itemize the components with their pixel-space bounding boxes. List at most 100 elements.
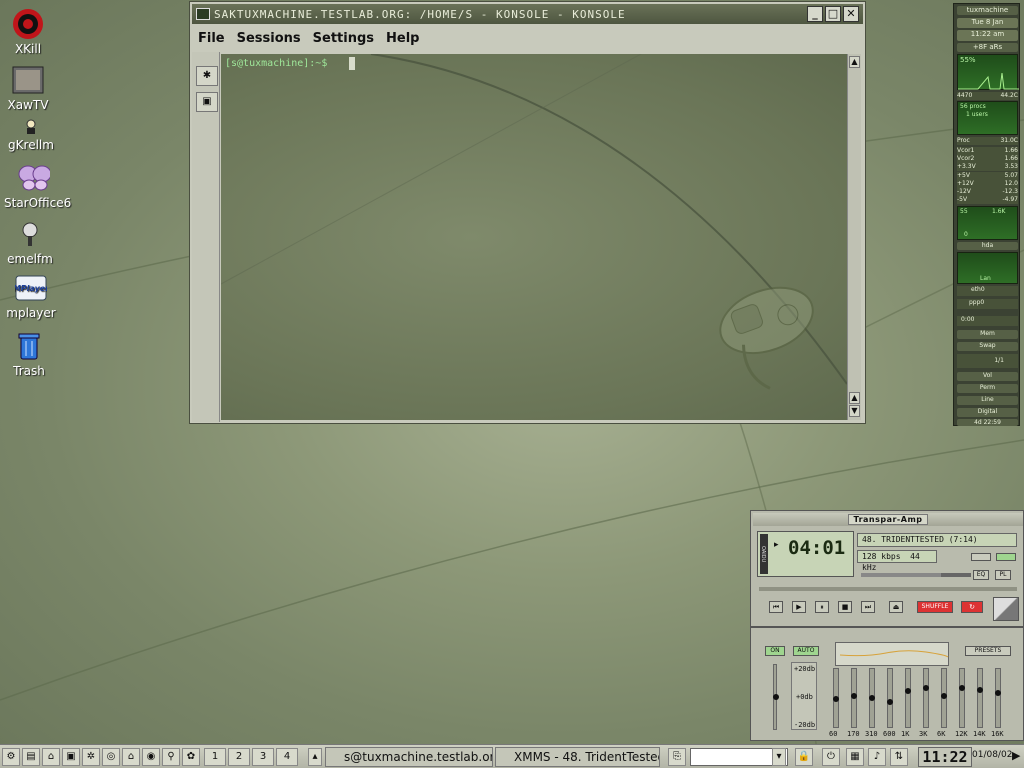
digital-slider[interactable]: Digital bbox=[957, 408, 1018, 417]
new-session-icon[interactable]: ✱ bbox=[196, 66, 218, 86]
eq-band-slider[interactable] bbox=[869, 668, 875, 728]
help-lifebuoy-icon[interactable]: ◎ bbox=[102, 748, 120, 766]
desktop-1-button[interactable]: 1 bbox=[204, 748, 226, 766]
eq-band-knob[interactable] bbox=[833, 696, 839, 702]
scroll-down-icon[interactable]: ▼ bbox=[849, 405, 860, 417]
eq-band-knob[interactable] bbox=[851, 693, 857, 700]
gkrellm-monitor[interactable]: tuxmachine Tue 8 Jan 11:22 am +8F aRs 55… bbox=[953, 3, 1020, 426]
bitrate: 128 kbps bbox=[862, 552, 901, 561]
scroll-up-icon[interactable]: ▲ bbox=[849, 392, 860, 404]
gk-date: Tue 8 Jan bbox=[957, 18, 1018, 28]
desktop-4-button[interactable]: 4 bbox=[276, 748, 298, 766]
eq-band-slider[interactable] bbox=[959, 668, 965, 728]
star-office-icon[interactable]: ✿ bbox=[182, 748, 200, 766]
desktop-2-button[interactable]: 2 bbox=[228, 748, 250, 766]
task-xmms[interactable]: XMMS - 48. TridentTested bbox=[495, 747, 660, 767]
balance-slider[interactable] bbox=[941, 573, 971, 577]
menu-settings[interactable]: Settings bbox=[313, 31, 374, 46]
logout-icon[interactable]: ⏻ bbox=[822, 748, 840, 766]
eq-band-knob[interactable] bbox=[941, 693, 947, 700]
voltage-value: 12.0 bbox=[1004, 179, 1018, 187]
eq-band-slider[interactable] bbox=[923, 668, 929, 728]
perm-slider[interactable]: Perm bbox=[957, 384, 1018, 393]
terminal-scrollbar[interactable]: ▲ ▲ ▼ bbox=[847, 54, 861, 420]
line-slider[interactable]: Line bbox=[957, 396, 1018, 405]
settings-gear-icon[interactable]: ✲ bbox=[82, 748, 100, 766]
eq-band-slider[interactable] bbox=[887, 668, 893, 728]
kmix-speaker-icon[interactable]: ♪ bbox=[868, 748, 886, 766]
eq-band-label: 6K bbox=[937, 730, 946, 738]
desktop-icon-staroffice[interactable]: StarOffice6 bbox=[4, 162, 71, 210]
window-title: SAKTUXMACHINE.TESTLAB.ORG: /HOME/S - KON… bbox=[214, 7, 626, 21]
web-browser-icon[interactable]: ◉ bbox=[142, 748, 160, 766]
minimize-button[interactable]: _ bbox=[807, 6, 823, 22]
dropdown-arrow-icon[interactable]: ▾ bbox=[772, 748, 786, 766]
klipper-icon[interactable]: ⎘ bbox=[668, 748, 686, 766]
seek-bar[interactable] bbox=[759, 587, 1017, 591]
eject-icon[interactable]: ⏏ bbox=[889, 601, 903, 613]
desktop-icon-gkrellm[interactable]: gKrellm bbox=[1, 118, 61, 152]
time-display[interactable]: OAIDU ▸ 04:01 bbox=[757, 531, 854, 577]
menu-help[interactable]: Help bbox=[386, 31, 419, 46]
find-files-icon[interactable]: ⚲ bbox=[162, 748, 180, 766]
play-icon[interactable]: ▶ bbox=[792, 601, 806, 613]
eq-band-slider[interactable] bbox=[905, 668, 911, 728]
eq-band-knob[interactable] bbox=[923, 685, 929, 692]
eq-bands[interactable]: 60 170 310 600 1K 3K 6K 12K 14K 16K bbox=[751, 628, 1024, 742]
clutterbar[interactable]: OAIDU bbox=[760, 534, 768, 574]
desktop-icon-trash[interactable]: Trash bbox=[0, 330, 59, 378]
shuffle-button[interactable]: SHUFFLE bbox=[917, 601, 953, 613]
close-button[interactable]: ✕ bbox=[843, 6, 859, 22]
playlist-toggle-button[interactable]: PL bbox=[995, 570, 1011, 580]
panel-hide-arrow-icon[interactable]: ▶ bbox=[1012, 749, 1020, 762]
menu-sessions[interactable]: Sessions bbox=[237, 31, 301, 46]
xmms-titlebar[interactable]: Transpar-Amp bbox=[753, 513, 1023, 526]
eq-toggle-button[interactable]: EQ bbox=[973, 570, 989, 580]
terminal-icon[interactable]: ▣ bbox=[62, 748, 80, 766]
terminal-session-icon[interactable]: ▣ bbox=[196, 92, 218, 112]
previous-icon[interactable]: ⏮ bbox=[769, 601, 783, 613]
eq-band-slider[interactable] bbox=[851, 668, 857, 728]
desktop-icon-xkill[interactable]: XKill bbox=[0, 8, 58, 56]
task-konsole[interactable]: s@tuxmachine.testlab.org bbox=[325, 747, 493, 767]
desktop-icon-mplayer[interactable]: MPlayer mplayer bbox=[1, 272, 61, 320]
desktop-icon-emelfm[interactable]: emelfm bbox=[0, 218, 60, 266]
window-list-arrow-icon[interactable]: ▴ bbox=[308, 748, 322, 766]
xmms-player[interactable]: Transpar-Amp OAIDU ▸ 04:01 48. TRIDENTTE… bbox=[750, 510, 1024, 627]
eq-band-knob[interactable] bbox=[869, 694, 875, 701]
konqueror-home-icon[interactable]: ⌂ bbox=[122, 748, 140, 766]
eq-band-slider[interactable] bbox=[833, 668, 839, 728]
home-folder-icon[interactable]: ⌂ bbox=[42, 748, 60, 766]
kde-menu-icon[interactable]: ⚙ bbox=[2, 748, 20, 766]
lock-screen-icon[interactable]: 🔒 bbox=[795, 748, 813, 766]
xmms-title: Transpar-Amp bbox=[848, 514, 928, 525]
show-desktop-icon[interactable]: ▤ bbox=[22, 748, 40, 766]
eq-band-knob[interactable] bbox=[905, 687, 911, 694]
network-icon[interactable]: ⇅ bbox=[890, 748, 908, 766]
terminal-area[interactable]: [s@tuxmachine]:~$ bbox=[221, 54, 847, 420]
eq-band-knob[interactable] bbox=[977, 686, 983, 693]
xmms-equalizer[interactable]: ON AUTO PRESETS +20db +0db -20db 60 170 31… bbox=[750, 627, 1024, 741]
clipboard-icon[interactable]: ▦ bbox=[846, 748, 864, 766]
disk-graph: 55 1.6K 0 bbox=[957, 206, 1018, 240]
desktop-3-button[interactable]: 3 bbox=[252, 748, 274, 766]
pause-icon[interactable]: ⏸ bbox=[815, 601, 829, 613]
konsole-window-icon[interactable] bbox=[196, 8, 210, 20]
konsole-titlebar[interactable]: SAKTUXMACHINE.TESTLAB.ORG: /HOME/S - KON… bbox=[192, 4, 863, 24]
maximize-button[interactable]: □ bbox=[825, 6, 841, 22]
eq-band-slider[interactable] bbox=[977, 668, 983, 728]
vol-slider[interactable]: Vol bbox=[957, 372, 1018, 381]
eq-band-knob[interactable] bbox=[959, 685, 965, 692]
eq-band-slider[interactable] bbox=[941, 668, 947, 728]
taskbar-clock[interactable]: 11:22 bbox=[918, 747, 972, 767]
repeat-icon[interactable]: ↻ bbox=[961, 601, 983, 613]
eq-band-slider[interactable] bbox=[995, 668, 1001, 728]
konsole-window[interactable]: SAKTUXMACHINE.TESTLAB.ORG: /HOME/S - KON… bbox=[189, 1, 866, 424]
eq-band-knob[interactable] bbox=[995, 689, 1001, 696]
desktop-icon-xawtv[interactable]: XawTV bbox=[0, 64, 58, 112]
scroll-up-icon[interactable]: ▲ bbox=[849, 56, 860, 68]
stop-icon[interactable]: ■ bbox=[838, 601, 852, 613]
next-icon[interactable]: ⏭ bbox=[861, 601, 875, 613]
eq-band-knob[interactable] bbox=[887, 698, 893, 705]
menu-file[interactable]: File bbox=[198, 31, 225, 46]
